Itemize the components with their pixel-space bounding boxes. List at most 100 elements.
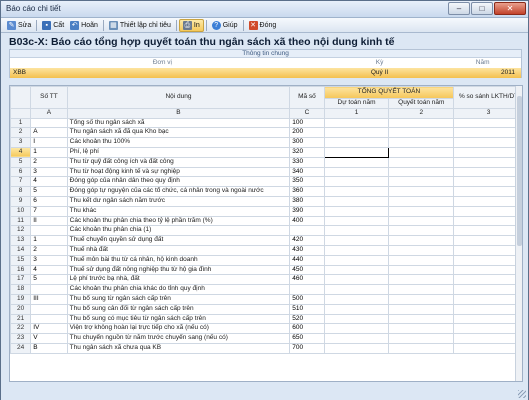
table-row[interactable]: 17 5 Lệ phí trước bạ nhà, đất 460 xyxy=(10,274,522,286)
estimate-cell[interactable] xyxy=(323,205,390,217)
settlement-cell[interactable] xyxy=(388,117,455,129)
help-button[interactable]: ? Giúp xyxy=(209,19,241,32)
setup-indicators-button[interactable]: ▦ Thiết lập chỉ tiêu xyxy=(106,19,174,32)
minimize-button[interactable]: – xyxy=(448,2,470,15)
compare-cell[interactable] xyxy=(453,235,522,246)
estimate-cell[interactable] xyxy=(323,323,390,335)
compare-cell[interactable] xyxy=(453,313,522,325)
compare-cell[interactable] xyxy=(453,205,522,217)
estimate-cell[interactable] xyxy=(323,342,390,354)
estimate-cell[interactable] xyxy=(323,215,390,227)
period-value[interactable]: Quý II xyxy=(315,68,444,78)
settlement-cell[interactable] xyxy=(388,235,455,246)
unit-value[interactable]: XBB xyxy=(10,68,315,78)
settlement-cell[interactable] xyxy=(388,274,455,286)
table-row[interactable]: 1 Tổng số thu ngân sách xã 100 xyxy=(10,117,522,129)
compare-cell[interactable] xyxy=(453,264,522,276)
edit-button[interactable]: ✎ Sửa xyxy=(4,19,34,32)
maximize-button[interactable]: □ xyxy=(471,2,493,15)
estimate-cell[interactable] xyxy=(323,235,390,246)
settlement-cell[interactable] xyxy=(388,127,455,139)
table-row[interactable]: 4 1 Phí, lệ phí 320 xyxy=(10,146,522,158)
table-row[interactable]: 22 IV Viện trợ không hoàn lại trực tiếp ch… xyxy=(10,323,522,335)
settlement-cell[interactable] xyxy=(388,342,455,354)
compare-cell[interactable] xyxy=(453,195,522,207)
table-row[interactable]: 11 II Các khoản thu phân chia theo tỷ lệ p… xyxy=(10,215,522,227)
estimate-cell[interactable] xyxy=(323,303,390,315)
estimate-cell[interactable] xyxy=(323,264,390,276)
table-row[interactable]: 3 I Các khoản thu 100% 300 xyxy=(10,137,522,148)
settlement-cell[interactable] xyxy=(388,293,455,305)
settlement-cell[interactable] xyxy=(388,176,455,188)
estimate-cell[interactable] xyxy=(323,186,390,197)
compare-cell[interactable] xyxy=(453,146,522,158)
compare-cell[interactable] xyxy=(453,137,522,148)
settlement-cell[interactable] xyxy=(388,264,455,276)
settlement-cell[interactable] xyxy=(388,137,455,148)
table-row[interactable]: 23 V Thu chuyển nguồn từ năm trước chuyển … xyxy=(10,333,522,344)
table-row[interactable]: 20 Thu bổ sung cân đối từ ngân sách cấp t… xyxy=(10,303,522,315)
settlement-cell[interactable] xyxy=(388,146,455,158)
info-values-row[interactable]: XBB Quý II 2011 xyxy=(10,68,521,78)
settlement-cell[interactable] xyxy=(388,156,455,168)
table-row[interactable]: 16 4 Thuế sử dụng đất nông nghiệp thu từ h… xyxy=(10,264,522,276)
settlement-cell[interactable] xyxy=(388,166,455,178)
table-row[interactable]: 6 3 Thu từ hoạt động kinh tế và sự nghiệp 3… xyxy=(10,166,522,178)
year-value[interactable]: 2011 xyxy=(444,68,521,78)
table-row[interactable]: 5 2 Thu từ quỹ đất công ích và đất công 330 xyxy=(10,156,522,168)
resize-grip-icon[interactable] xyxy=(518,390,526,398)
table-row[interactable]: 9 6 Thu kết dư ngân sách năm trước 380 xyxy=(10,195,522,207)
table-row[interactable]: 15 3 Thuế môn bài thu từ cá nhân, hộ kinh … xyxy=(10,254,522,266)
settlement-cell[interactable] xyxy=(388,254,455,266)
settlement-cell[interactable] xyxy=(388,313,455,325)
compare-cell[interactable] xyxy=(453,156,522,168)
estimate-cell[interactable] xyxy=(323,195,390,207)
undo-button[interactable]: ↶ Hoãn xyxy=(67,19,101,32)
compare-cell[interactable] xyxy=(453,323,522,335)
compare-cell[interactable] xyxy=(453,166,522,178)
table-row[interactable]: 12 Các khoản thu phân chia (1) xyxy=(10,225,522,237)
estimate-cell[interactable] xyxy=(323,293,390,305)
estimate-cell[interactable] xyxy=(323,117,390,129)
table-row[interactable]: 10 7 Thu khác 390 xyxy=(10,205,522,217)
estimate-cell[interactable] xyxy=(323,156,390,168)
estimate-cell[interactable] xyxy=(323,137,390,148)
compare-cell[interactable] xyxy=(453,333,522,344)
vertical-scrollbar[interactable] xyxy=(515,86,522,381)
estimate-cell[interactable] xyxy=(323,274,390,286)
compare-cell[interactable] xyxy=(453,274,522,286)
table-row[interactable]: 19 III Thu bổ sung từ ngân sách cấp trên 50… xyxy=(10,293,522,305)
estimate-cell[interactable] xyxy=(323,244,390,256)
settlement-cell[interactable] xyxy=(388,323,455,335)
table-row[interactable]: 18 Các khoản thu phân chia khác do tỉnh q… xyxy=(10,284,522,295)
close-button[interactable]: ✕ Đóng xyxy=(246,19,280,32)
compare-cell[interactable] xyxy=(453,186,522,197)
table-row[interactable]: 8 5 Đóng góp tự nguyện của các tổ chức, cá… xyxy=(10,186,522,197)
estimate-cell[interactable] xyxy=(323,176,390,188)
table-row[interactable]: 24 B Thu ngân sách xã chưa qua KB 700 xyxy=(10,342,522,354)
settlement-cell[interactable] xyxy=(388,186,455,197)
scroll-thumb[interactable] xyxy=(517,96,522,246)
compare-cell[interactable] xyxy=(453,303,522,315)
settlement-cell[interactable] xyxy=(388,303,455,315)
compare-cell[interactable] xyxy=(453,225,522,237)
estimate-cell[interactable] xyxy=(323,284,390,295)
table-row[interactable]: 2 A Thu ngân sách xã đã qua Kho bạc 200 xyxy=(10,127,522,139)
estimate-cell[interactable] xyxy=(323,127,390,139)
table-row[interactable]: 13 1 Thuế chuyển quyền sử dụng đất 420 xyxy=(10,235,522,246)
print-button[interactable]: ⎙ In xyxy=(178,18,204,32)
settlement-cell[interactable] xyxy=(388,205,455,217)
compare-cell[interactable] xyxy=(453,284,522,295)
save-button[interactable]: ▪ Cất xyxy=(39,19,67,32)
settlement-cell[interactable] xyxy=(388,284,455,295)
settlement-cell[interactable] xyxy=(388,195,455,207)
settlement-cell[interactable] xyxy=(388,225,455,237)
compare-cell[interactable] xyxy=(453,342,522,354)
estimate-cell[interactable] xyxy=(323,166,390,178)
compare-cell[interactable] xyxy=(453,293,522,305)
window-close-button[interactable]: ✕ xyxy=(494,2,526,15)
compare-cell[interactable] xyxy=(453,127,522,139)
estimate-cell[interactable] xyxy=(323,313,390,325)
settlement-cell[interactable] xyxy=(388,333,455,344)
compare-cell[interactable] xyxy=(453,117,522,129)
